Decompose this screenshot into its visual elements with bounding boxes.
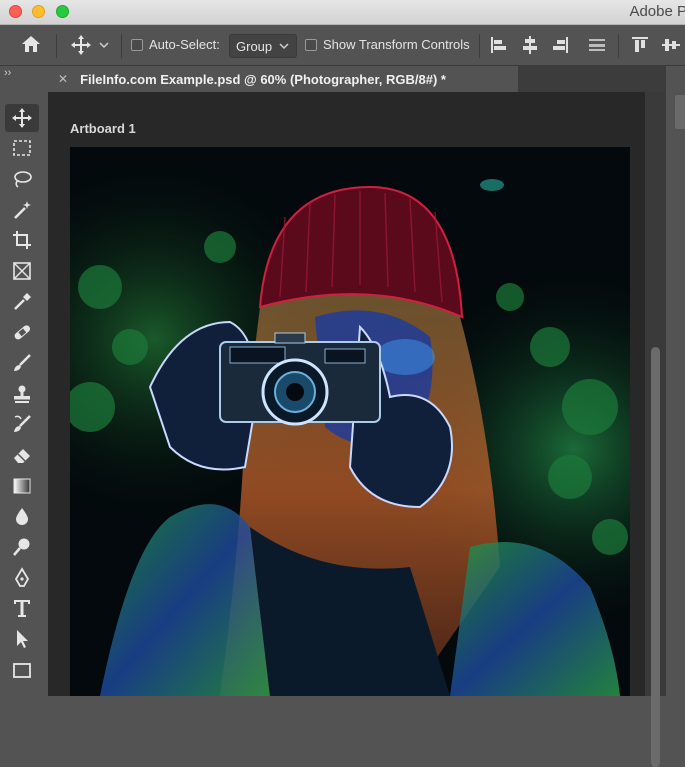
move-tool-preset-picker[interactable] [70,34,110,56]
eyedropper-icon [14,293,31,310]
show-transform-controls-checkbox[interactable]: Show Transform Controls [305,37,470,52]
marquee-tool[interactable] [5,134,39,162]
dodge-tool[interactable] [5,533,39,561]
rectangle-icon [13,663,31,678]
align-left-icon [491,37,506,53]
photo-artwork[interactable] [70,147,630,696]
crop-tool[interactable] [5,226,39,254]
drop-icon [16,508,28,525]
healing-brush-tool[interactable] [5,318,39,346]
align-top-icon [632,37,648,52]
auto-select-dropdown[interactable]: Group [229,34,298,58]
move-tool[interactable] [5,104,39,132]
auto-select-checkbox-box[interactable] [131,38,143,51]
magic-wand-icon [14,201,31,219]
vertical-scrollbar[interactable] [645,92,665,767]
move-arrows-icon [71,35,91,55]
eyedropper-tool[interactable] [5,288,39,316]
brush-tool[interactable] [5,349,39,377]
document-tab-title: FileInfo.com Example.psd @ 60% (Photogra… [80,71,446,87]
path-selection-tool[interactable] [5,625,39,653]
history-brush-tool[interactable] [5,410,39,438]
arrow-pointer-icon [17,630,28,648]
frame-tool[interactable] [5,257,39,285]
title-bar: Adobe P [0,0,685,25]
show-transform-checkbox-box[interactable] [305,38,317,51]
show-transform-label: Show Transform Controls [323,37,470,52]
frame-icon [13,262,31,280]
brush-icon [14,354,31,371]
align-horizontal-centers-button[interactable] [520,35,540,55]
zoom-window-button[interactable] [56,5,69,18]
collapse-toolbar-button[interactable]: ›› [4,67,11,79]
align-right-edges-button[interactable] [550,35,570,55]
chevron-down-icon [279,43,289,50]
auto-select-label: Auto-Select: [149,37,220,52]
bandage-icon [14,325,31,340]
type-tool[interactable] [5,594,39,622]
auto-select-value: Group [236,38,273,54]
chevron-down-icon [99,42,109,49]
history-brush-icon [14,415,31,432]
rectangle-tool[interactable] [5,656,39,684]
align-left-edges-button[interactable] [489,35,509,55]
distribute-icon [589,39,605,51]
align-right-icon [553,37,568,53]
vertical-scrollbar-thumb[interactable] [651,347,660,767]
close-tab-icon[interactable]: ✕ [58,72,68,86]
app-title: Adobe P [629,3,685,20]
gradient-icon [13,478,31,494]
type-icon [14,600,30,617]
auto-select-checkbox[interactable]: Auto-Select: [131,37,220,52]
clone-stamp-tool[interactable] [5,380,39,408]
blur-tool[interactable] [5,502,39,530]
move-tool-icon [12,108,32,128]
align-middle-icon [662,39,680,51]
pen-tool[interactable] [5,564,39,592]
lasso-tool[interactable] [5,165,39,193]
eraser-icon [14,449,30,463]
align-center-icon [523,36,537,54]
options-bar: Auto-Select: Group Show Transform Contro… [0,25,685,66]
home-icon [22,36,40,52]
dodge-icon [13,538,30,556]
distribute-vertical-button[interactable] [587,35,607,55]
crop-icon [13,231,31,249]
gradient-tool[interactable] [5,472,39,500]
align-top-edges-button[interactable] [630,35,650,55]
right-panel-dock [665,66,685,696]
marquee-icon [13,140,31,156]
pen-icon [14,567,30,587]
document-tab[interactable]: ✕ FileInfo.com Example.psd @ 60% (Photog… [48,66,518,92]
eraser-tool[interactable] [5,441,39,469]
document-tab-bar: ✕ FileInfo.com Example.psd @ 60% (Photog… [48,66,665,92]
lasso-icon [14,171,32,188]
magic-wand-tool[interactable] [5,196,39,224]
home-button[interactable] [20,34,42,54]
stamp-icon [14,385,30,403]
tools-panel [0,92,44,696]
panel-collapse-handle[interactable] [675,95,685,129]
align-vertical-centers-button[interactable] [661,35,681,55]
minimize-window-button[interactable] [32,5,45,18]
artboard-label: Artboard 1 [70,121,136,136]
close-window-button[interactable] [9,5,22,18]
